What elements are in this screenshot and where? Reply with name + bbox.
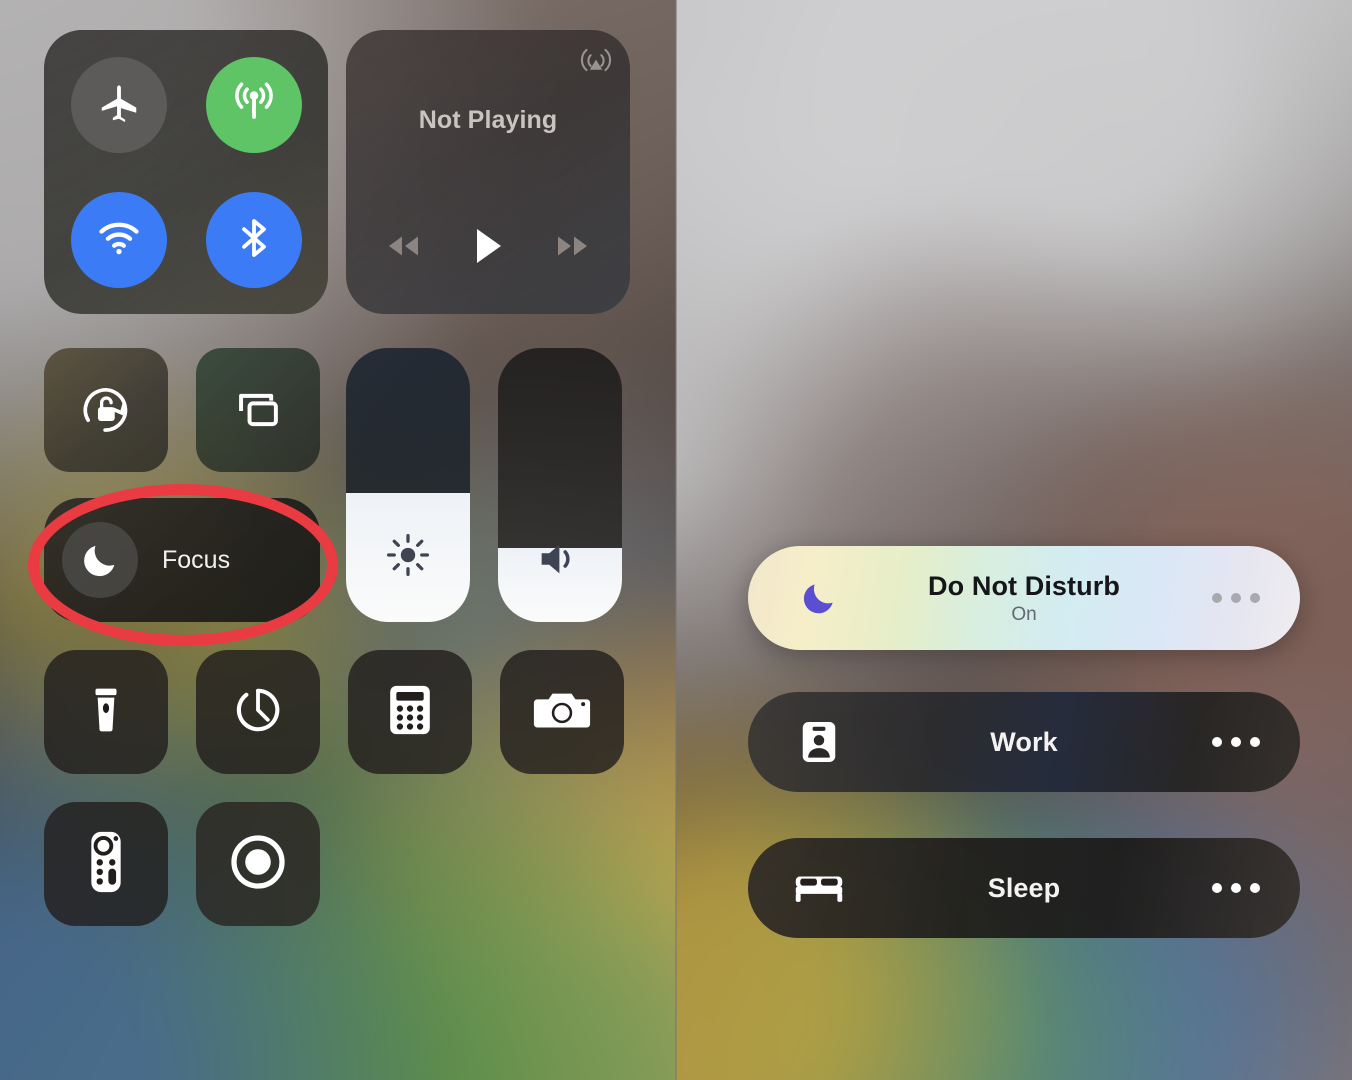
screenshot-root: Not Playing Focus Do Not Disturb On Work… — [0, 0, 1352, 1080]
crescent-moon-icon — [792, 571, 846, 625]
bed-icon — [792, 861, 846, 915]
focus-options-menu: Do Not Disturb On Work Sleep — [0, 0, 1352, 1080]
focus-option-work[interactable]: Work — [748, 692, 1300, 792]
id-badge-icon — [792, 715, 846, 769]
focus-option-do-not-disturb[interactable]: Do Not Disturb On — [748, 546, 1300, 650]
more-options-icon[interactable] — [1212, 883, 1260, 893]
more-options-icon[interactable] — [1212, 593, 1260, 603]
focus-option-sleep[interactable]: Sleep — [748, 838, 1300, 938]
more-options-icon[interactable] — [1212, 737, 1260, 747]
